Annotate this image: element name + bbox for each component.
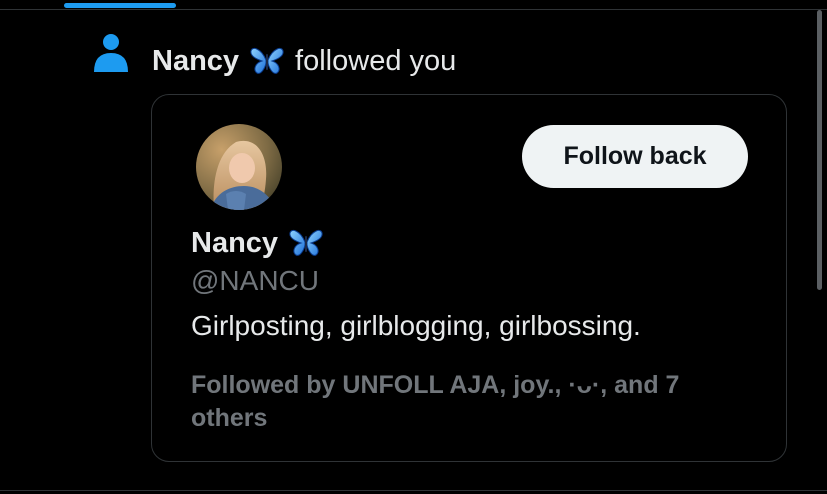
person-icon xyxy=(92,32,130,72)
profile-card[interactable]: Follow back Nancy @NANCU Girlposting, gi… xyxy=(151,94,787,462)
notification-text: Nancy followed you xyxy=(152,42,456,80)
follow-back-button[interactable]: Follow back xyxy=(522,125,748,188)
butterfly-icon xyxy=(288,228,324,258)
notification-action-text: followed you xyxy=(295,44,457,77)
notification-page: Nancy followed you Follow back Nancy @NA… xyxy=(0,0,827,494)
bottom-divider xyxy=(0,490,827,491)
followed-by-text[interactable]: Followed by UNFOLL AJA, joy., ·ᴗ·, and 7… xyxy=(191,369,751,435)
notification-actor-name[interactable]: Nancy xyxy=(152,45,239,78)
profile-name-row: Nancy xyxy=(191,223,334,263)
top-divider xyxy=(0,9,827,10)
butterfly-icon xyxy=(249,46,285,76)
scrollbar[interactable] xyxy=(817,10,822,290)
avatar[interactable] xyxy=(196,124,282,210)
profile-handle[interactable]: @NANCU xyxy=(191,265,319,297)
active-tab-indicator xyxy=(64,3,176,8)
profile-bio: Girlposting, girlblogging, girlbossing. xyxy=(191,310,641,341)
profile-display-name[interactable]: Nancy xyxy=(191,227,278,260)
